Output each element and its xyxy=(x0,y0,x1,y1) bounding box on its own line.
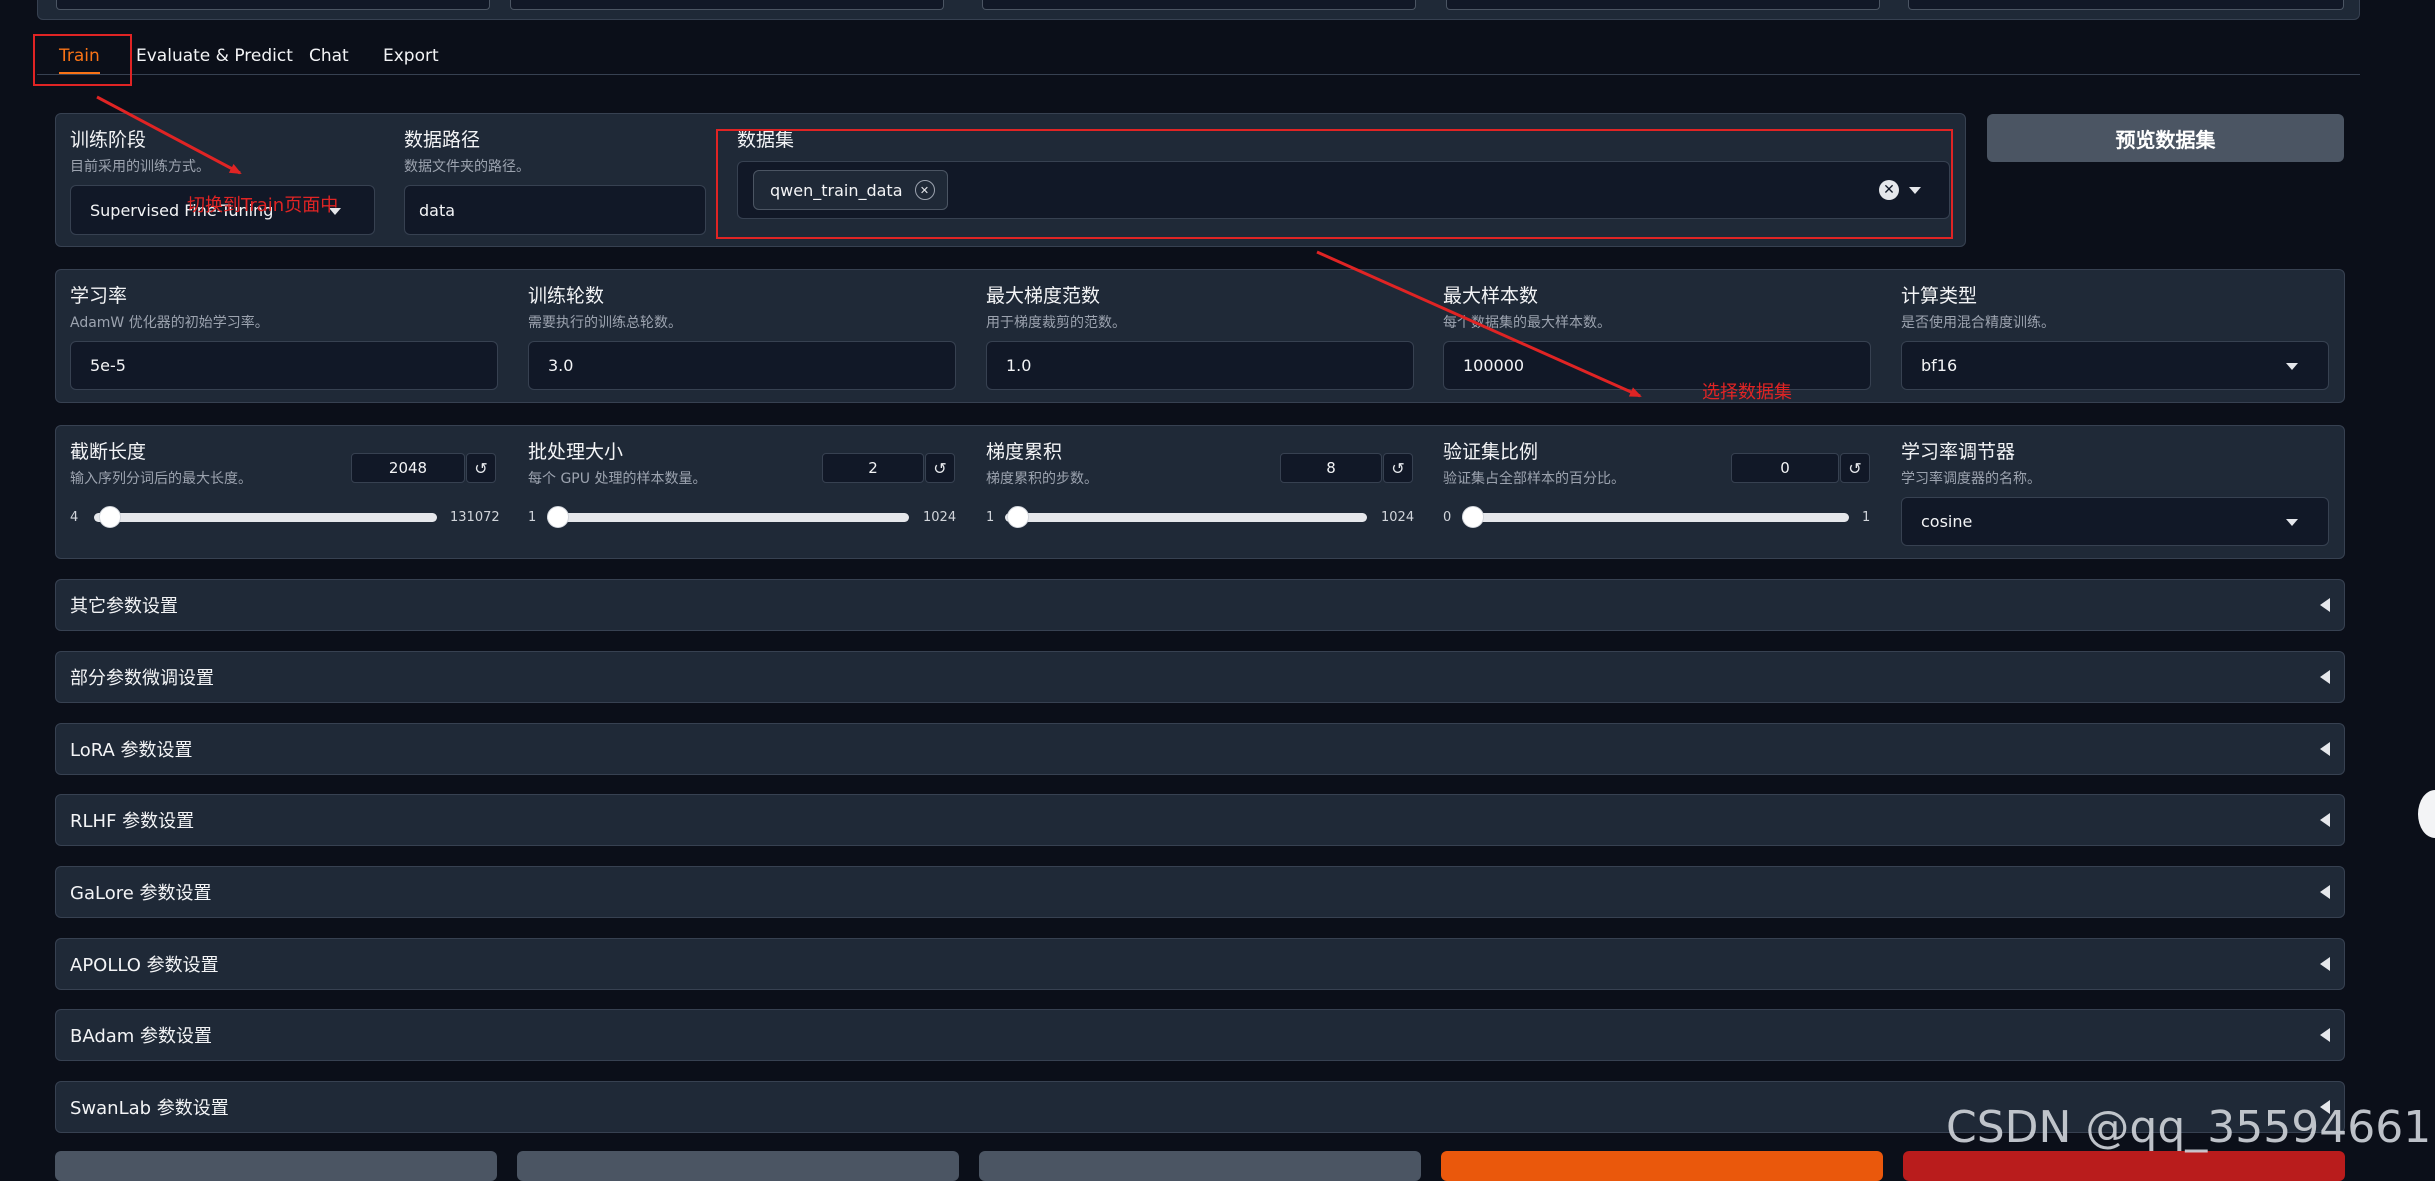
arrow-to-dataset-note xyxy=(1316,250,1642,398)
watermark: CSDN @qq_35594661 xyxy=(1946,1102,2432,1153)
arrow-to-train-tab-note xyxy=(96,95,242,175)
annotation-arrows xyxy=(96,95,1642,398)
